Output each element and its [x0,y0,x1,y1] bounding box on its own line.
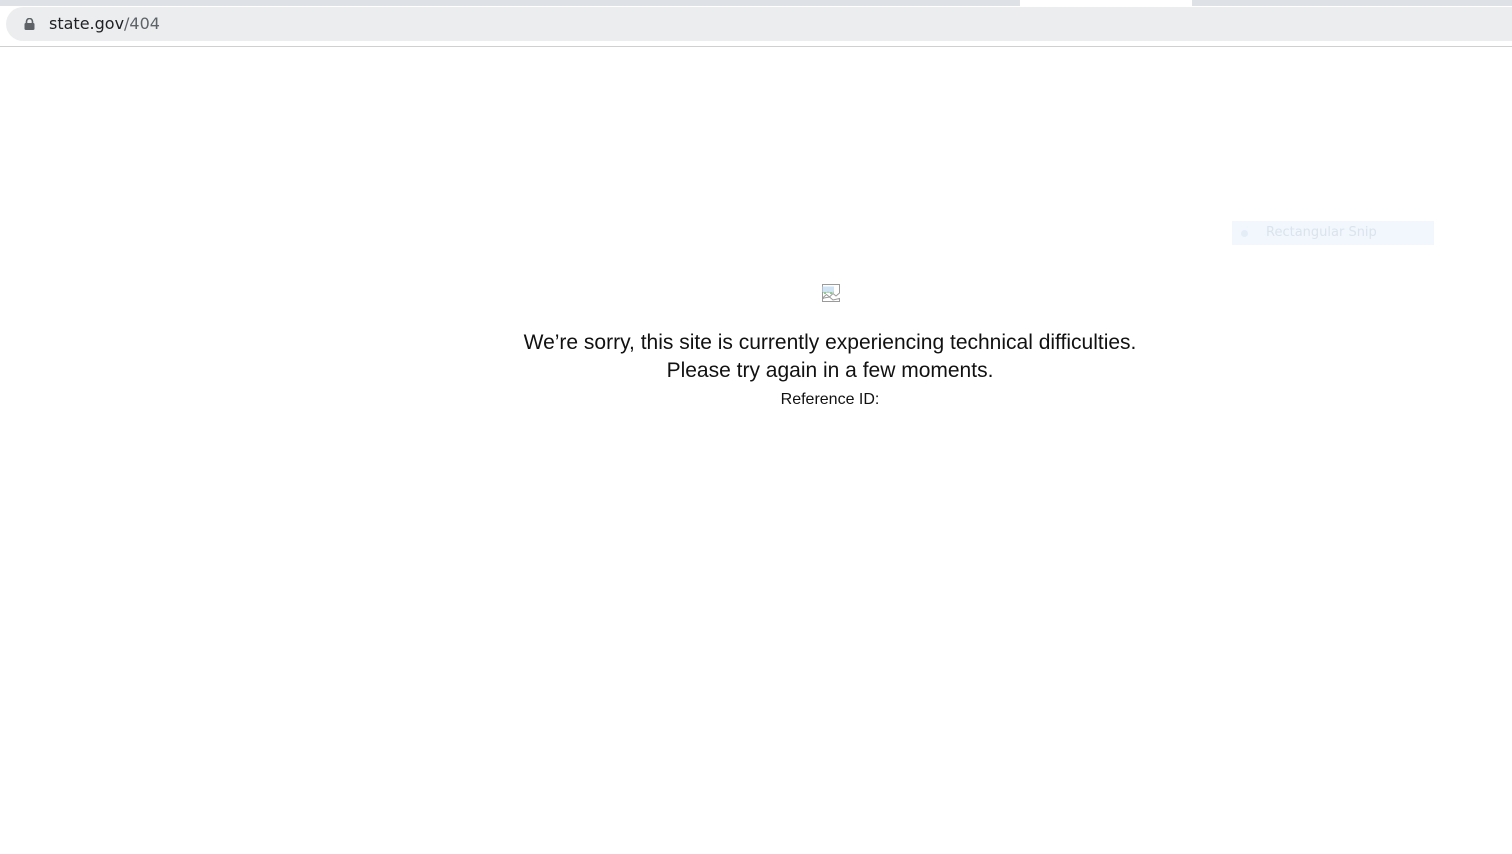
url-host: state.gov [49,14,125,33]
url-path: /404 [124,14,160,33]
radio-dot-icon [1241,230,1248,237]
rectangular-snip-menu-item[interactable]: Rectangular Snip [1232,221,1434,245]
error-message-line-1: We’re sorry, this site is currently expe… [523,331,1137,354]
url-text[interactable]: state.gov/404 [49,15,160,33]
browser-toolbar: state.gov/404 [0,6,1512,47]
address-bar[interactable]: state.gov/404 [6,7,1512,41]
broken-image-icon [822,284,840,302]
snip-label: Rectangular Snip [1266,225,1377,240]
lock-icon[interactable] [24,18,35,30]
error-message: We’re sorry, this site is currently expe… [330,329,1330,410]
error-message-line-2: Please try again in a few moments. [666,359,994,382]
reference-id-label: Reference ID: [780,391,880,408]
